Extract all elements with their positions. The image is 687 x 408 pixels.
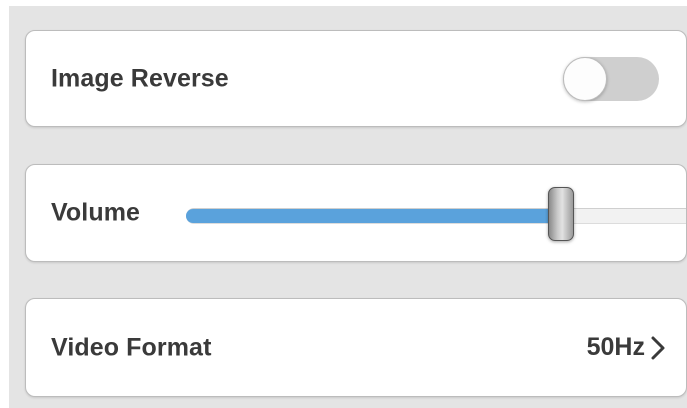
image-reverse-label: Image Reverse <box>51 64 229 92</box>
volume-row: Volume <box>25 164 687 262</box>
video-format-row[interactable]: Video Format 50Hz <box>25 298 687 397</box>
video-format-value: 50Hz <box>586 333 645 361</box>
volume-label: Volume <box>51 198 141 227</box>
image-reverse-toggle[interactable] <box>563 57 659 101</box>
image-reverse-row: Image Reverse <box>25 30 687 127</box>
video-format-selector[interactable]: 50Hz <box>587 333 668 363</box>
chevron-right-icon <box>651 336 665 359</box>
volume-slider[interactable] <box>186 183 686 243</box>
toggle-knob <box>563 57 607 101</box>
settings-panel: Image Reverse Volume Video Format 50Hz <box>9 6 687 408</box>
volume-slider-thumb[interactable] <box>548 187 574 241</box>
volume-slider-fill <box>186 209 561 223</box>
video-format-label: Video Format <box>51 333 212 361</box>
